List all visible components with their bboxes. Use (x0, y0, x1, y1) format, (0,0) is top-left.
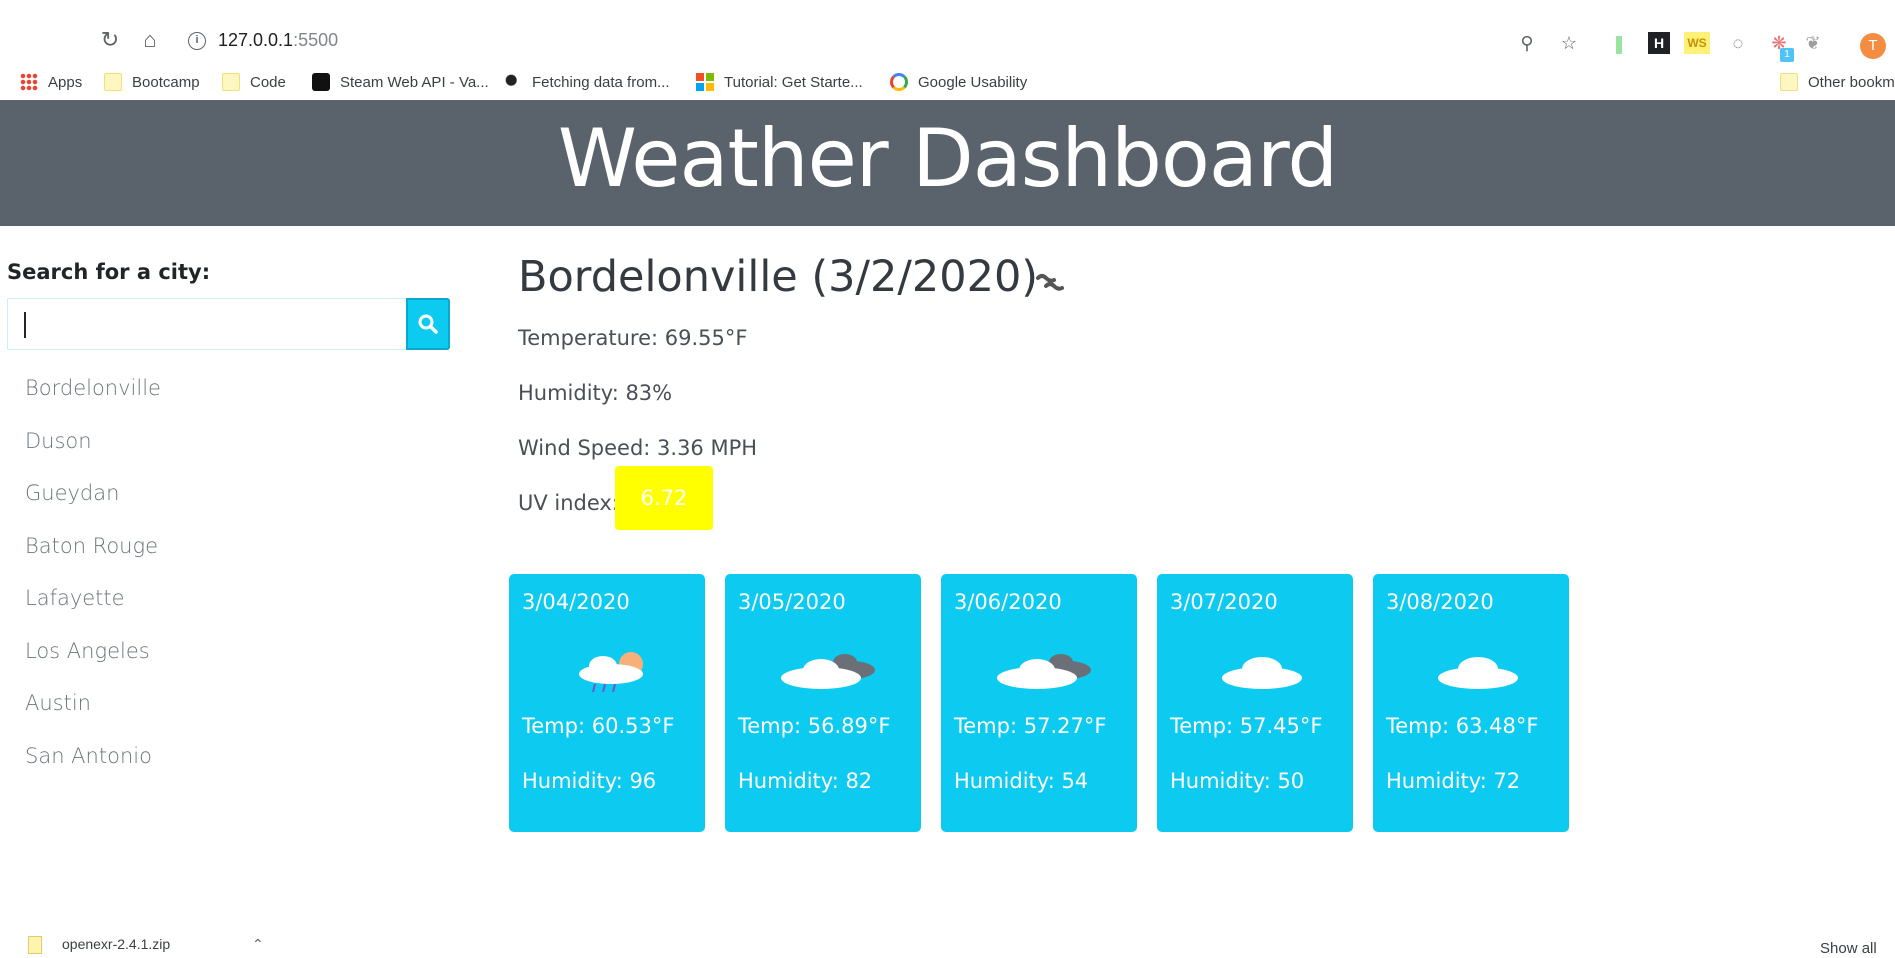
bookmark-label: Steam Web API - Va... (340, 73, 489, 91)
city-history-item[interactable]: Gueydan (25, 467, 161, 520)
folder-icon (1780, 73, 1798, 91)
bird-icon (504, 73, 522, 91)
forecast-card: 3/07/2020 Temp: 57.45°F Humidity: 50 (1157, 574, 1353, 832)
url-port: :5500 (293, 30, 339, 50)
site-info-icon[interactable]: i (188, 32, 206, 50)
current-humidity: Humidity: 83% (518, 381, 673, 405)
current-weather-panel: Bordelonville (3/2/2020) Temperature: 69… (500, 226, 1880, 916)
bookmark-label: Apps (48, 73, 83, 91)
extension-green-icon[interactable] (1616, 36, 1622, 54)
bookmark-code[interactable]: Code (222, 68, 286, 96)
uv-index-badge: 6.72 (615, 466, 713, 530)
profile-avatar[interactable]: T (1860, 33, 1886, 59)
google-icon (890, 73, 908, 91)
bookmark-steam[interactable]: Steam Web API - Va... (312, 68, 489, 96)
extension-ws-icon[interactable]: WS (1684, 32, 1710, 54)
url-host: 127.0.0.1 (218, 30, 294, 50)
reload-icon[interactable]: ↻ (96, 26, 124, 54)
forecast-humidity: Humidity: 50 (1170, 769, 1305, 793)
forecast-humidity: Humidity: 96 (522, 769, 657, 793)
forecast-temp: Temp: 56.89°F (738, 714, 891, 738)
bookmark-other[interactable]: Other bookm (1780, 68, 1895, 96)
city-history-item[interactable]: Duson (25, 415, 161, 468)
page-header: Weather Dashboard (0, 100, 1895, 226)
bookmark-star-icon[interactable]: ☆ (1558, 32, 1580, 54)
forecast-temp: Temp: 57.45°F (1170, 714, 1323, 738)
bookmark-label: Code (250, 73, 286, 91)
extension-feather-icon[interactable]: ❦ (1802, 32, 1824, 54)
bookmark-label: Other bookm (1808, 73, 1895, 91)
city-history-item[interactable]: Baton Rouge (25, 520, 161, 573)
zip-file-icon (28, 936, 42, 954)
city-history-item[interactable]: Los Angeles (25, 625, 161, 678)
apps-grid-icon (20, 73, 38, 91)
download-item[interactable]: openexr-2.4.1.zip (62, 936, 170, 952)
chevron-up-icon[interactable]: ⌃ (252, 936, 264, 953)
bookmark-bootcamp[interactable]: Bootcamp (104, 68, 200, 96)
forecast-card: 3/04/2020 Temp: 60.53°F Humidity: 96 (509, 574, 705, 832)
forecast-date: 3/05/2020 (738, 590, 846, 614)
extension-badge: 1 (1780, 48, 1794, 62)
extension-h-icon[interactable]: H (1648, 32, 1670, 54)
tab-strip (0, 0, 1895, 8)
forecast-temp: Temp: 57.27°F (954, 714, 1107, 738)
extension-circle-icon[interactable]: ◌ (1727, 32, 1749, 54)
uv-label: UV index: (518, 491, 619, 515)
search-button[interactable] (406, 298, 450, 350)
sidebar: Search for a city: Bordelonville Duson G… (0, 226, 470, 916)
page-title: Weather Dashboard (557, 112, 1338, 205)
forecast-row: 3/04/2020 Temp: 60.53°F Humidity: 96 3/0… (509, 574, 1609, 834)
folder-icon (222, 73, 240, 91)
forecast-date: 3/07/2020 (1170, 590, 1278, 614)
bookmark-label: Google Usability (918, 73, 1028, 91)
bookmark-label: Bootcamp (132, 73, 200, 91)
city-search-input[interactable] (7, 298, 407, 350)
bookmark-google-usability[interactable]: Google Usability (890, 68, 1027, 96)
zoom-icon[interactable]: ⚲ (1516, 32, 1538, 54)
forecast-card: 3/06/2020 Temp: 57.27°F Humidity: 54 (941, 574, 1137, 832)
current-city-title: Bordelonville (3/2/2020) (518, 252, 1039, 302)
broken-clouds-icon (997, 654, 1091, 689)
current-temperature: Temperature: 69.55°F (518, 326, 748, 350)
bookmark-apps[interactable]: Apps (20, 68, 82, 96)
search-icon (418, 314, 438, 334)
forecast-temp: Temp: 60.53°F (522, 714, 675, 738)
bookmark-tutorial[interactable]: Tutorial: Get Starte... (696, 68, 863, 96)
search-label: Search for a city: (7, 260, 211, 284)
mist-icon (1036, 274, 1064, 291)
forecast-date: 3/06/2020 (954, 590, 1062, 614)
forecast-humidity: Humidity: 82 (738, 769, 873, 793)
bookmark-label: Tutorial: Get Starte... (724, 73, 863, 91)
forecast-card: 3/08/2020 Temp: 63.48°F Humidity: 72 (1373, 574, 1569, 832)
rain-sun-cloud-icon (579, 652, 643, 693)
forecast-temp: Temp: 63.48°F (1386, 714, 1539, 738)
bookmark-fetching[interactable]: Fetching data from... (504, 68, 670, 96)
city-history-item[interactable]: Bordelonville (25, 362, 161, 415)
broken-clouds-icon (781, 654, 875, 689)
cloud-icon (1438, 657, 1518, 689)
folder-icon (104, 73, 122, 91)
text-caret (24, 312, 26, 338)
city-history-item[interactable]: Austin (25, 677, 161, 730)
browser-toolbar: ↻ ⌂ i 127.0.0.1:5500 ⚲ ☆ H WS ◌ ❋ 1 ❦ T (0, 8, 1895, 68)
forecast-card: 3/05/2020 Temp: 56.89°F Humidity: 82 (725, 574, 921, 832)
steam-icon (312, 73, 330, 91)
show-all-link[interactable]: Show all (1820, 940, 1877, 957)
home-icon[interactable]: ⌂ (136, 26, 164, 54)
forecast-humidity: Humidity: 72 (1386, 769, 1521, 793)
bookmarks-bar: Apps Bootcamp Code Steam Web API - Va...… (0, 64, 1895, 100)
microsoft-icon (696, 73, 714, 91)
bookmark-label: Fetching data from... (532, 73, 670, 91)
city-history-item[interactable]: Lafayette (25, 572, 161, 625)
current-wind-speed: Wind Speed: 3.36 MPH (518, 436, 758, 460)
downloads-bar: openexr-2.4.1.zip ⌃ Show all (0, 916, 1895, 958)
search-history-list: Bordelonville Duson Gueydan Baton Rouge … (25, 362, 161, 782)
forecast-date: 3/04/2020 (522, 590, 630, 614)
city-history-item[interactable]: San Antonio (25, 730, 161, 783)
address-bar[interactable]: 127.0.0.1:5500 (218, 30, 338, 51)
forecast-humidity: Humidity: 54 (954, 769, 1089, 793)
forecast-date: 3/08/2020 (1386, 590, 1494, 614)
cloud-icon (1222, 657, 1302, 689)
